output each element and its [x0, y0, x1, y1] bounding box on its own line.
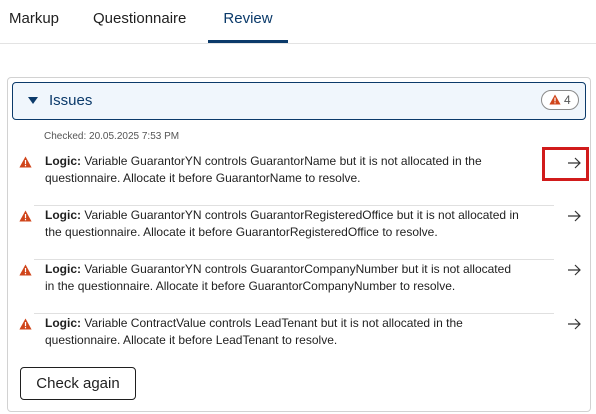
issue-type-label: Logic: — [45, 316, 81, 330]
tab-review[interactable]: Review — [208, 0, 288, 40]
issue-message: Logic: Variable GuarantorYN controls Gua… — [45, 261, 559, 295]
issue-item: Logic: Variable GuarantorYN controls Gua… — [19, 153, 581, 205]
issue-item: Logic: Variable GuarantorYN controls Gua… — [19, 207, 581, 259]
issues-section-header[interactable]: Issues 4 — [12, 82, 586, 120]
active-tab-indicator — [208, 40, 288, 43]
issue-type-label: Logic: — [45, 154, 81, 168]
arrow-right-icon[interactable] — [566, 155, 582, 171]
divider — [34, 313, 554, 314]
issue-count: 4 — [564, 93, 571, 107]
checked-timestamp: Checked: 20.05.2025 7:53 PM — [44, 131, 180, 142]
check-again-button[interactable]: Check again — [20, 367, 136, 400]
issue-type-label: Logic: — [45, 208, 81, 222]
arrow-right-icon[interactable] — [566, 316, 582, 332]
warning-icon — [19, 210, 32, 222]
tab-questionnaire[interactable]: Questionnaire — [93, 0, 186, 40]
issue-message: Logic: Variable GuarantorYN controls Gua… — [45, 207, 559, 241]
issue-message-line1: Variable GuarantorYN controls GuarantorC… — [81, 262, 511, 276]
arrow-right-icon[interactable] — [566, 262, 582, 278]
divider — [34, 205, 554, 206]
warning-icon — [19, 156, 32, 168]
issue-count-badge: 4 — [541, 90, 579, 110]
issue-message-line1: Variable ContractValue controls LeadTena… — [81, 316, 463, 330]
issue-item: Logic: Variable GuarantorYN controls Gua… — [19, 261, 581, 313]
issue-message-line2: questionnaire. Allocate it before LeadTe… — [45, 333, 338, 347]
issue-message-line1: Variable GuarantorYN controls GuarantorN… — [81, 154, 482, 168]
issue-message-line2: in the questionnaire. Allocate it before… — [45, 279, 456, 293]
divider — [34, 259, 554, 260]
warning-icon — [549, 94, 561, 105]
issue-message-line2: the questionnaire. Allocate it before Gu… — [45, 225, 438, 239]
issue-type-label: Logic: — [45, 262, 81, 276]
review-panel: Issues 4 Checked: 20.05.2025 7:53 PM Log… — [7, 77, 591, 412]
issue-message: Logic: Variable GuarantorYN controls Gua… — [45, 153, 559, 187]
issues-title: Issues — [49, 92, 93, 109]
tab-markup[interactable]: Markup — [9, 0, 59, 40]
issue-message-line1: Variable GuarantorYN controls GuarantorR… — [81, 208, 519, 222]
warning-icon — [19, 264, 32, 276]
warning-icon — [19, 318, 32, 330]
issue-item: Logic: Variable ContractValue controls L… — [19, 315, 581, 367]
issue-message-line2: questionnaire. Allocate it before Guaran… — [45, 171, 361, 185]
issue-message: Logic: Variable ContractValue controls L… — [45, 315, 559, 349]
tab-bar: Markup Questionnaire Review — [0, 0, 596, 44]
arrow-right-icon[interactable] — [566, 208, 582, 224]
caret-down-icon — [28, 97, 38, 104]
